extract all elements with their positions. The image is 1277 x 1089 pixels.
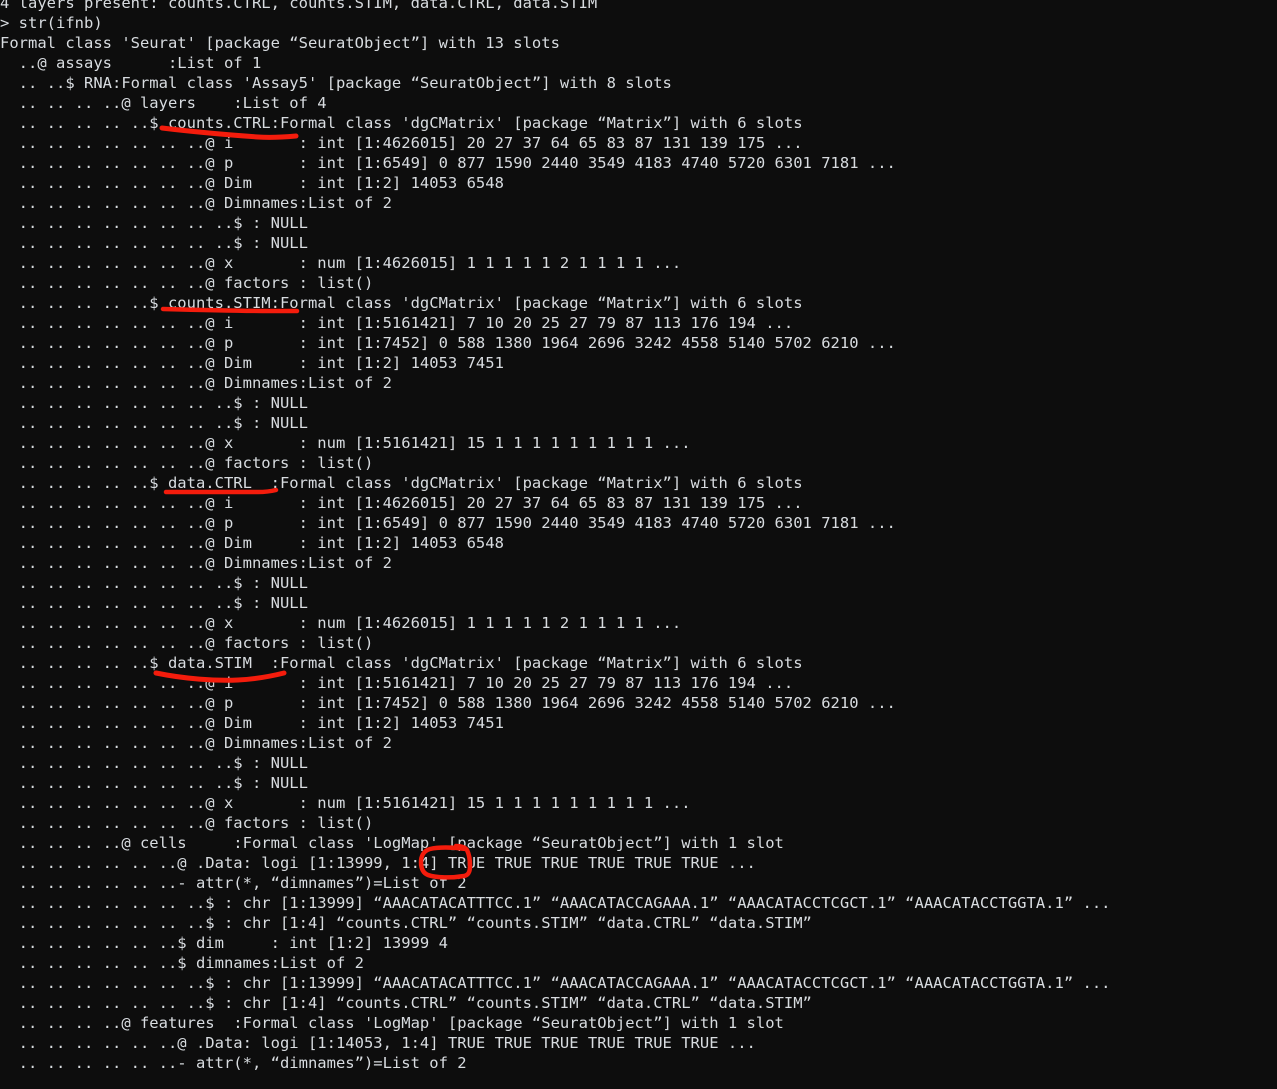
console-line: .. .. .. .. .. .. ..@ factors : list() [0,454,374,472]
console-line: .. .. .. .. ..$ data.CTRL :Formal class … [0,474,803,492]
console-line: .. .. .. .. .. .. .. ..$ : NULL [0,214,308,232]
console-line: .. .. .. .. .. .. ..@ x : num [1:5161421… [0,794,691,812]
console-line: .. .. .. .. .. .. .. ..$ : NULL [0,394,308,412]
console-line: .. .. .. .. .. .. ..@ factors : list() [0,814,374,832]
console-line: .. .. .. .. .. .. ..@ p : int [1:7452] 0… [0,694,896,712]
console-line: .. .. .. .. .. .. .. ..$ : NULL [0,414,308,432]
console-line: .. .. .. .. .. ..$ dim : int [1:2] 13999… [0,934,448,952]
console-line: .. .. .. .. .. .. ..@ i : int [1:4626015… [0,134,803,152]
console-line: .. .. .. ..@ layers :List of 4 [0,94,327,112]
console-line: .. .. .. .. .. ..- attr(*, “dimnames”)=L… [0,874,467,892]
console-line: .. .. .. .. .. .. ..@ x : num [1:4626015… [0,614,682,632]
console-line: .. .. .. .. .. ..@ .Data: logi [1:13999,… [0,854,756,872]
console-line: .. .. .. ..@ features :Formal class 'Log… [0,1014,784,1032]
console-line: .. .. .. .. .. .. ..@ Dim : int [1:2] 14… [0,354,504,372]
console-line: .. .. .. .. ..$ data.STIM :Formal class … [0,654,803,672]
console-line: .. .. .. .. .. .. ..@ p : int [1:6549] 0… [0,514,896,532]
console-line: .. .. .. .. .. .. .. ..$ : NULL [0,574,308,592]
console-line: .. .. .. .. .. .. ..@ Dimnames:List of 2 [0,734,392,752]
console-line: .. .. .. .. .. .. ..@ Dim : int [1:2] 14… [0,534,504,552]
r-console-output[interactable]: 4 layers present: counts.CTRL, counts.ST… [0,0,1277,1089]
console-line: .. .. .. .. ..$ counts.STIM:Formal class… [0,294,803,312]
console-line: .. .. .. .. .. .. ..@ Dimnames:List of 2 [0,374,392,392]
console-line: .. .. .. .. .. .. .. ..$ : NULL [0,594,308,612]
console-line: .. .. .. ..@ cells :Formal class 'LogMap… [0,834,784,852]
console-line: .. .. .. .. .. .. ..@ Dimnames:List of 2 [0,194,392,212]
console-line: .. .. .. .. .. .. ..@ factors : list() [0,634,374,652]
console-line: .. .. .. .. .. .. .. ..$ : NULL [0,234,308,252]
console-line: .. .. .. .. .. .. .. ..$ : NULL [0,774,308,792]
console-line: ..@ assays :List of 1 [0,54,262,72]
console-line: .. .. .. .. .. .. ..@ Dimnames:List of 2 [0,554,392,572]
console-line: .. .. .. .. .. .. .. ..$ : NULL [0,754,308,772]
console-line: 4 layers present: counts.CTRL, counts.ST… [0,0,598,12]
console-line: .. .. .. .. .. .. ..@ i : int [1:5161421… [0,314,794,332]
console-text-buffer: 4 layers present: counts.CTRL, counts.ST… [0,0,1277,1073]
console-line: .. .. .. .. .. .. ..$ : chr [1:4] “count… [0,914,812,932]
console-line: .. .. .. .. .. .. ..@ factors : list() [0,274,374,292]
console-line: .. .. .. .. .. ..@ .Data: logi [1:14053,… [0,1034,756,1052]
console-line: > str(ifnb) [0,14,103,32]
console-line: .. .. .. .. .. .. ..@ Dim : int [1:2] 14… [0,174,504,192]
console-line: .. .. .. .. .. .. ..@ x : num [1:4626015… [0,254,682,272]
console-line: .. .. .. .. .. ..- attr(*, “dimnames”)=L… [0,1054,467,1072]
console-line: .. .. .. .. .. .. ..@ p : int [1:7452] 0… [0,334,896,352]
console-line: .. .. .. .. .. .. ..@ p : int [1:6549] 0… [0,154,896,172]
console-line: .. ..$ RNA:Formal class 'Assay5' [packag… [0,74,672,92]
console-line: .. .. .. .. .. .. ..$ : chr [1:13999] “A… [0,894,1111,912]
console-line: .. .. .. .. .. .. ..@ Dim : int [1:2] 14… [0,714,504,732]
console-line: .. .. .. .. ..$ counts.CTRL:Formal class… [0,114,803,132]
console-line: .. .. .. .. .. .. ..$ : chr [1:13999] “A… [0,974,1111,992]
console-line: .. .. .. .. .. ..$ dimnames:List of 2 [0,954,364,972]
console-line: .. .. .. .. .. .. ..@ x : num [1:5161421… [0,434,691,452]
console-line: .. .. .. .. .. .. ..$ : chr [1:4] “count… [0,994,812,1012]
console-line: Formal class 'Seurat' [package “SeuratOb… [0,34,560,52]
console-line: .. .. .. .. .. .. ..@ i : int [1:4626015… [0,494,803,512]
console-line: .. .. .. .. .. .. ..@ i : int [1:5161421… [0,674,794,692]
